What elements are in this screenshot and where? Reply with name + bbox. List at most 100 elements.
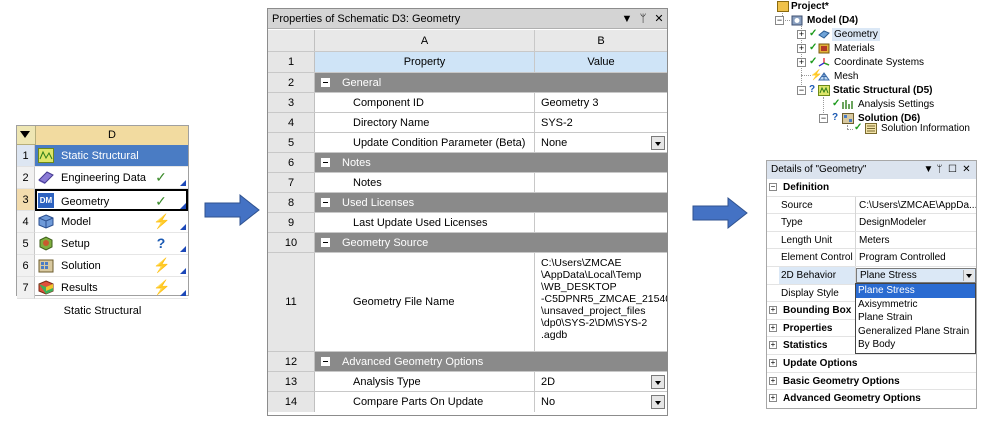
expand-icon[interactable]: + [769, 394, 777, 403]
table-row: 4 Directory Name SYS-2 [268, 113, 667, 133]
schematic-row-engineering-data[interactable]: 2 Engineering Data ✓ [17, 167, 188, 189]
panel-title-text: Details of "Geometry" [771, 164, 867, 175]
property-label: Update Condition Parameter (Beta) [315, 133, 535, 152]
collapse-icon[interactable] [321, 238, 330, 247]
details-panel-title: Details of "Geometry" ▼ ᛘ ☐ ✕ [767, 161, 976, 179]
option-axisymmetric[interactable]: Axisymmetric [856, 298, 975, 312]
schematic-row-solution[interactable]: 6 Solution ⚡ [17, 255, 188, 277]
schematic-row-geometry[interactable]: 3 DM Geometry ✓ [17, 189, 188, 211]
expand-icon[interactable]: + [769, 359, 777, 367]
details-row-length-unit: Length Unit Meters [767, 231, 976, 250]
collapse-icon[interactable] [321, 198, 330, 207]
panel-menu-dropdown-icon[interactable]: ▼ [620, 9, 634, 29]
analysis-settings-icon [842, 100, 853, 109]
expand-icon[interactable]: + [797, 44, 806, 53]
group-advanced-geometry-options[interactable]: + Advanced Geometry Options [767, 390, 976, 408]
pin-icon[interactable]: ᛘ [636, 9, 650, 29]
collapse-icon[interactable] [321, 158, 330, 167]
schematic-row-static-structural[interactable]: 1 Static Structural [17, 145, 188, 167]
collapse-icon[interactable]: − [775, 16, 784, 25]
solution-information-icon [865, 123, 877, 134]
option-plane-strain[interactable]: Plane Strain [856, 311, 975, 325]
collapse-icon[interactable]: − [797, 86, 806, 95]
check-icon: ✓ [854, 122, 863, 133]
option-by-body[interactable]: By Body [856, 338, 975, 352]
collapse-triangle-icon[interactable] [20, 131, 30, 138]
expand-icon[interactable]: + [769, 306, 777, 315]
expand-icon[interactable]: + [769, 323, 777, 332]
compare-parts-select[interactable]: No [535, 392, 667, 412]
collapse-icon[interactable] [321, 78, 330, 87]
2d-behavior-select[interactable]: Plane Stress [856, 268, 976, 283]
dropdown-arrow-icon[interactable] [651, 395, 665, 409]
row-number: 5 [268, 133, 315, 152]
panel-menu-dropdown-icon[interactable]: ▼ [923, 161, 934, 179]
project-tree: Project* − Model (D4) + ✓ Geometry + ✓ M… [770, 0, 981, 140]
tree-item-solution-information[interactable]: Solution Information [881, 122, 970, 135]
notes-value[interactable] [535, 173, 667, 192]
collapse-icon[interactable]: − [819, 114, 828, 123]
option-plane-stress[interactable]: Plane Stress [856, 284, 975, 298]
schematic-row-results[interactable]: 7 Results ⚡ [17, 277, 188, 299]
row-number: 9 [268, 213, 315, 232]
group-basic-geometry-options[interactable]: + Basic Geometry Options [767, 373, 976, 391]
directory-name-value: SYS-2 [541, 116, 573, 129]
table-row: 9 Last Update Used Licenses [268, 213, 667, 233]
section-general[interactable]: 2 General [268, 73, 667, 93]
table-row: 14 Compare Parts On Update No [268, 392, 667, 412]
column-header-b[interactable]: B [535, 30, 667, 51]
tree-item-project[interactable]: Project* [791, 0, 829, 13]
schematic-row-model[interactable]: 4 Model ⚡ [17, 211, 188, 233]
update-condition-select[interactable]: None [535, 133, 667, 152]
schematic-row-label: Results [61, 282, 98, 294]
collapse-icon[interactable]: − [769, 183, 777, 191]
type-value: DesignModeler [859, 217, 927, 229]
analysis-type-select[interactable]: 2D [535, 372, 667, 391]
schematic-caption[interactable]: Static Structural [16, 305, 189, 317]
tree-item-materials[interactable]: Materials [834, 42, 875, 55]
group-definition[interactable]: − Definition [767, 179, 976, 197]
group-update-options[interactable]: + Update Options [767, 355, 976, 373]
dm-geometry-icon: DM [38, 193, 54, 208]
pin-icon[interactable]: ᛘ [934, 161, 945, 179]
section-used-licenses[interactable]: 8 Used Licenses [268, 193, 667, 213]
element-control-value[interactable]: Program Controlled [856, 249, 976, 266]
section-label: Geometry Source [342, 236, 429, 249]
check-icon: ✓ [809, 42, 818, 53]
expand-icon[interactable]: + [797, 58, 806, 67]
row-number: 1 [268, 52, 315, 72]
expand-icon[interactable]: + [769, 376, 777, 385]
question-icon: ? [809, 84, 816, 95]
tree-item-static-structural[interactable]: Static Structural (D5) [833, 84, 932, 97]
collapse-icon[interactable] [321, 357, 330, 366]
column-header-a[interactable]: A [315, 30, 535, 51]
schematic-row-label: Engineering Data [61, 172, 147, 184]
dropdown-arrow-icon[interactable] [651, 374, 665, 389]
dropdown-arrow-icon[interactable] [963, 270, 974, 281]
tree-item-model[interactable]: Model (D4) [807, 14, 858, 27]
schematic-row-label: Model [61, 216, 91, 228]
tree-item-coordinate-systems[interactable]: Coordinate Systems [834, 56, 924, 69]
tree-item-analysis-settings[interactable]: Analysis Settings [858, 98, 934, 111]
group-label: Advanced Geometry Options [783, 393, 921, 405]
row-number: 5 [17, 233, 35, 255]
maximize-icon[interactable]: ☐ [947, 161, 958, 179]
details-row-element-control: Element Control Program Controlled [767, 249, 976, 267]
schematic-row-setup[interactable]: 5 Setup ? [17, 233, 188, 255]
section-notes[interactable]: 6 Notes [268, 153, 667, 173]
close-icon[interactable]: ✕ [652, 9, 666, 29]
dropdown-arrow-icon[interactable] [651, 135, 665, 150]
tree-item-geometry[interactable]: Geometry [832, 28, 880, 41]
tree-item-mesh[interactable]: Mesh [834, 70, 858, 83]
static-structural-icon [38, 148, 54, 163]
expand-icon[interactable]: + [769, 341, 777, 350]
table-row: 13 Analysis Type 2D [268, 372, 667, 392]
section-geometry-source[interactable]: 10 Geometry Source [268, 233, 667, 253]
expand-icon[interactable]: + [797, 30, 806, 39]
option-generalized-plane-strain[interactable]: Generalized Plane Strain [856, 325, 975, 339]
close-icon[interactable]: ✕ [961, 161, 972, 179]
table-row: 11 Geometry File Name C:\Users\ZMCAE \Ap… [268, 253, 667, 352]
right-arrow-icon [204, 193, 260, 227]
properties-panel: Properties of Schematic D3: Geometry ▼ ᛘ… [267, 8, 668, 416]
section-advanced-geometry-options[interactable]: 12 Advanced Geometry Options [268, 352, 667, 372]
